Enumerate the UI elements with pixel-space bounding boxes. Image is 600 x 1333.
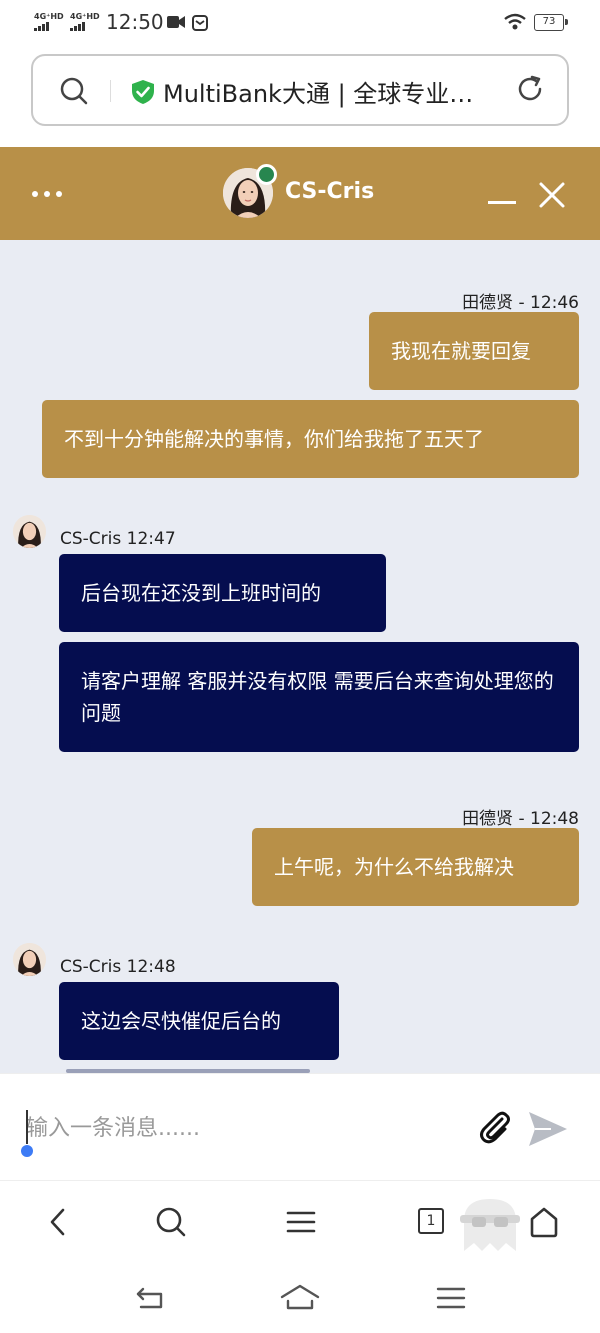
paperclip-icon[interactable] [475,1108,513,1146]
system-recents-icon[interactable] [436,1285,466,1311]
url-divider [110,80,111,102]
system-back-icon[interactable] [135,1285,165,1311]
message-meta: CS-Cris 12:47 [60,529,176,549]
send-icon[interactable] [527,1110,569,1148]
url-bar[interactable]: MultiBank大通 | 全球专业… [31,54,569,126]
menu-icon[interactable] [286,1205,316,1239]
message-bubble-incoming[interactable]: 后台现在还没到上班时间的 [59,554,386,632]
status-bar: 4G⁺HD 4G⁺HD 12:50 73 [0,0,600,46]
video-icon [167,16,185,28]
browser-toolbar: 1 [0,1180,600,1265]
signal-bars-icon [70,22,100,31]
signal-bars-icon [34,22,64,31]
search-icon[interactable] [59,76,89,106]
message-bubble-outgoing[interactable]: 上午呢，为什么不给我解决 [252,828,579,906]
message-composer [0,1073,600,1179]
network-label-1: 4G⁺HD [34,12,64,21]
tabs-button[interactable]: 1 [418,1208,444,1234]
signal-1: 4G⁺HD [34,12,64,31]
system-nav-bar [0,1265,600,1333]
message-input[interactable] [26,1110,446,1146]
home-icon[interactable] [528,1205,560,1239]
message-bubble-outgoing[interactable]: 我现在就要回复 [369,312,579,390]
reload-icon[interactable] [515,74,545,104]
close-icon[interactable] [538,181,566,209]
message-meta: CS-Cris 12:48 [60,957,176,977]
incognito-ghost-icon [460,1199,520,1251]
status-time: 12:50 [106,10,164,34]
signal-2: 4G⁺HD [70,12,100,31]
message-meta: 田德贤 - 12:46 [462,293,579,313]
message-list[interactable]: 田德贤 - 12:46 我现在就要回复 不到十分钟能解决的事情，你们给我拖了五天… [0,240,600,1073]
url-text[interactable]: MultiBank大通 | 全球专业… [163,74,483,109]
wifi-icon [504,13,526,30]
chat-header: CS-Cris [0,147,600,240]
message-bubble-outgoing[interactable]: 不到十分钟能解决的事情，你们给我拖了五天了 [42,400,579,478]
message-bubble-incoming[interactable]: 请客户理解 客服并没有权限 需要后台来查询处理您的问题 [59,642,579,752]
agent-name: CS-Cris [285,179,375,204]
search-icon[interactable] [154,1205,188,1239]
secure-shield-icon [132,80,154,104]
agent-avatar-small [13,943,46,976]
battery-icon: 73 [534,14,568,31]
back-icon[interactable] [46,1205,68,1239]
caret-handle[interactable] [21,1145,33,1157]
more-dots-icon[interactable] [32,191,62,197]
online-status-dot [256,164,277,185]
system-home-icon[interactable] [280,1283,320,1311]
network-label-2: 4G⁺HD [70,12,100,21]
message-icon [192,15,208,31]
message-bubble-incoming[interactable]: 这边会尽快催促后台的 [59,982,339,1060]
minimize-icon[interactable] [488,201,516,204]
message-meta: 田德贤 - 12:48 [462,809,579,829]
text-caret [26,1110,28,1144]
agent-avatar-small [13,515,46,548]
